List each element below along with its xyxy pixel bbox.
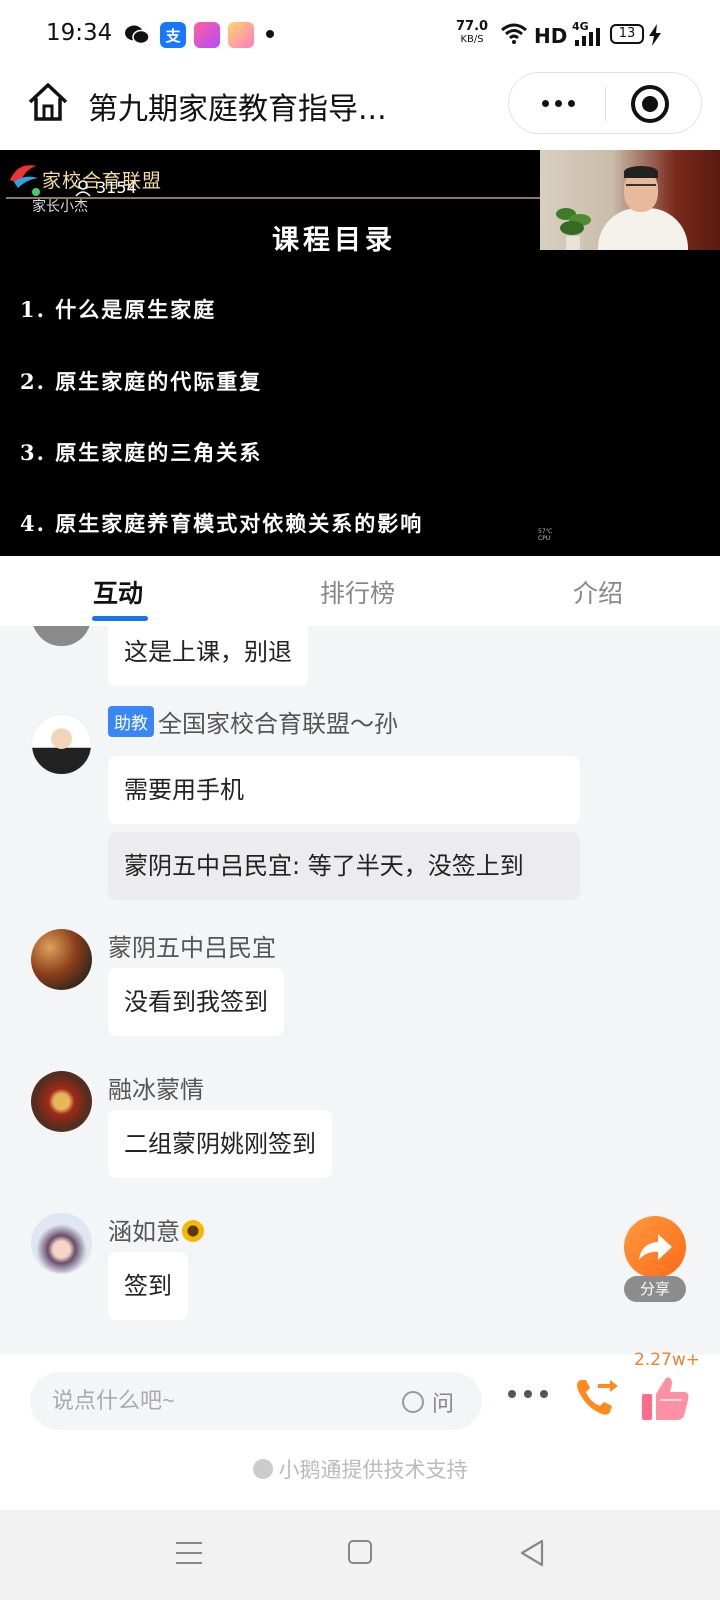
xiaoe-logo-icon [252, 1459, 273, 1479]
avatar[interactable] [31, 1071, 92, 1132]
tab-indicator [92, 616, 148, 621]
brand-logo-icon [6, 160, 42, 190]
powered-by: 小鹅通提供技术支持 [0, 1454, 720, 1484]
hd-indicator: HD [534, 24, 568, 48]
mini-program-capsule [508, 72, 702, 134]
assistant-badge: 助教 [108, 706, 154, 737]
capsule-divider [605, 87, 606, 121]
course-heading: 课程目录 [272, 225, 396, 256]
live-video[interactable]: 家校合育联盟 家长小杰 3154 课程目录 1. 什么是原生家庭 2. 原生家庭… [0, 150, 720, 556]
plant-icon [554, 200, 594, 250]
like-count: 2.27w+ [634, 1350, 700, 1370]
sender-name: 助教 全国家校合育联盟～孙 [108, 704, 398, 739]
wifi-icon [500, 22, 528, 48]
avatar[interactable] [31, 929, 92, 990]
more-options-icon[interactable] [508, 1384, 548, 1404]
notification-dot-icon [266, 30, 274, 38]
chat-bubble[interactable]: 这是上课，别退 [108, 626, 308, 686]
call-icon[interactable] [572, 1376, 620, 1420]
back-icon[interactable] [518, 1538, 546, 1572]
status-bar: 19:34 支 77.0 KB/S HD 4G 13 [0, 0, 720, 70]
tab-interaction[interactable]: 互动 [93, 574, 143, 610]
home-icon[interactable] [26, 80, 70, 124]
chat-bubble[interactable]: 需要用手机 [108, 756, 580, 824]
presenter-body [598, 208, 688, 250]
wechat-icon [124, 22, 150, 48]
radio-icon [402, 1391, 424, 1413]
share-icon [639, 1234, 672, 1260]
like-icon[interactable] [640, 1374, 692, 1424]
status-time: 19:34 [46, 20, 113, 46]
presenter-glasses [626, 184, 656, 190]
tab-intro[interactable]: 介绍 [573, 574, 623, 610]
chat-list[interactable]: 这是上课，别退 助教 全国家校合育联盟～孙 需要用手机 蒙阴五中吕民宜: 等了半天… [0, 626, 720, 1354]
user-icon [75, 179, 91, 197]
share-button[interactable] [624, 1216, 686, 1278]
tab-ranking[interactable]: 排行榜 [320, 574, 395, 610]
cpu-indicator: 57℃ CPU [538, 528, 553, 542]
tab-bar: 互动 排行榜 介绍 [0, 556, 720, 626]
sender-name: 融冰蒙情 [108, 1076, 204, 1104]
signal-icon [574, 28, 600, 50]
system-nav-bar [0, 1510, 720, 1600]
course-item: 1. 什么是原生家庭 [20, 297, 217, 322]
avatar[interactable] [31, 626, 92, 647]
course-item: 2. 原生家庭的代际重复 [20, 369, 263, 394]
ask-label: 问 [432, 1392, 455, 1417]
avatar[interactable] [31, 714, 92, 775]
chat-bubble[interactable]: 二组蒙阴姚刚签到 [108, 1110, 332, 1178]
share-label[interactable]: 分享 [624, 1276, 686, 1302]
recent-apps-icon[interactable] [176, 1542, 202, 1564]
more-icon[interactable] [531, 73, 585, 133]
chat-bubble[interactable]: 没看到我签到 [108, 968, 284, 1036]
viewer-count-value: 3154 [96, 178, 137, 197]
sender-name: 蒙阴五中吕民宜 [108, 934, 276, 962]
charging-icon [648, 24, 662, 50]
home-nav-icon[interactable] [348, 1540, 372, 1564]
quoted-message[interactable]: 蒙阴五中吕民宜: 等了半天，没签上到 [108, 832, 580, 900]
sender-name: 涵如意 [108, 1212, 204, 1247]
app-icon [194, 22, 220, 48]
chat-bubble[interactable]: 签到 [108, 1252, 188, 1320]
sunflower-icon [182, 1220, 204, 1242]
online-dot-icon [32, 188, 40, 196]
network-speed: 77.0 KB/S [456, 19, 489, 45]
page-title: 第九期家庭教育指导... [88, 92, 387, 127]
input-area: 问 2.27w+ 小鹅通提供技术支持 [0, 1350, 720, 1484]
game-app-icon [228, 22, 254, 48]
viewer-count: 3154 [74, 178, 137, 197]
alipay-icon: 支 [160, 22, 186, 48]
avatar[interactable] [31, 1213, 92, 1274]
course-item: 4. 原生家庭养育模式对依赖关系的影响 [20, 511, 424, 536]
presenter-camera [540, 150, 720, 250]
course-item: 3. 原生家庭的三角关系 [20, 440, 263, 465]
close-icon[interactable] [631, 85, 669, 123]
presenter-hair [624, 166, 658, 178]
video-sub-brand: 家长小杰 [32, 199, 88, 215]
comment-box[interactable]: 问 [30, 1372, 482, 1430]
ask-toggle[interactable]: 问 [402, 1386, 454, 1418]
comment-input[interactable] [52, 1372, 382, 1430]
title-bar: 第九期家庭教育指导... [0, 70, 720, 150]
battery-icon: 13 [610, 24, 644, 44]
